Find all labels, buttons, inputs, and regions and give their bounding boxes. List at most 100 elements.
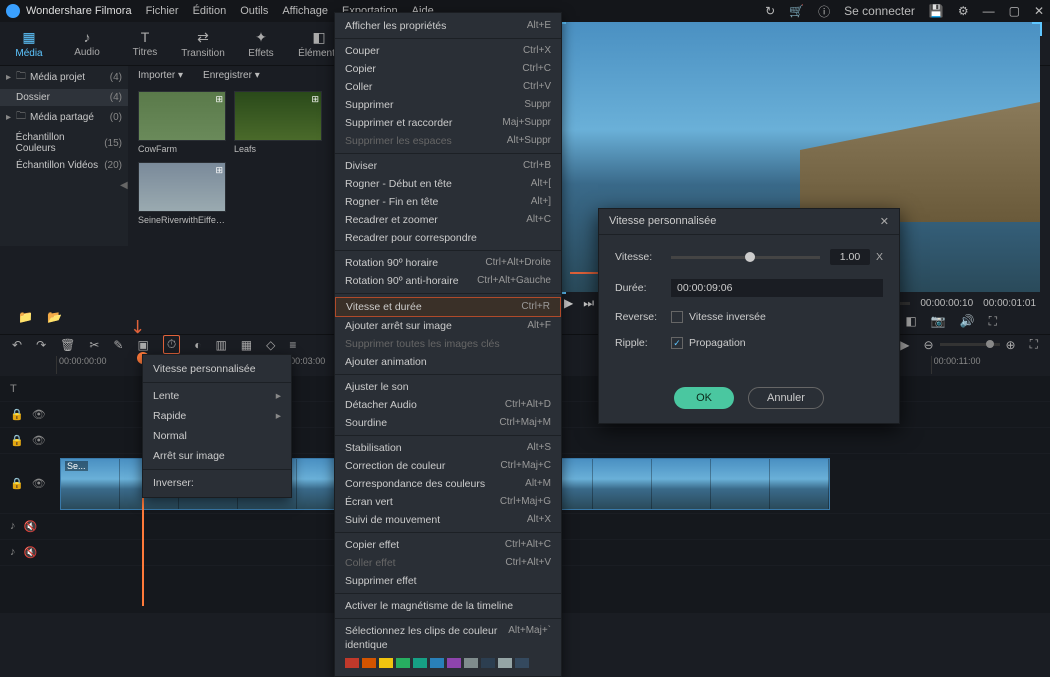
ctx-item[interactable]: Vitesse et duréeCtrl+R	[335, 297, 561, 317]
lock-icon[interactable]: 🔒	[10, 434, 24, 447]
ctx-item[interactable]: Recadrer et zoomerAlt+C	[335, 211, 561, 229]
redo-icon[interactable]: ↷	[36, 338, 46, 352]
mute-icon[interactable]: 🔇	[24, 546, 38, 559]
ctx-item[interactable]: CopierCtrl+C	[335, 60, 561, 78]
ripple-checkbox[interactable]: ✓	[671, 337, 683, 349]
tab-média[interactable]: ▦Média	[0, 25, 58, 63]
audio-icon[interactable]: ♪	[10, 546, 16, 559]
settings-icon[interactable]: ⚙	[958, 4, 969, 18]
render-icon[interactable]: ▶	[900, 338, 909, 352]
ctx-item[interactable]: DiviserCtrl+B	[335, 157, 561, 175]
swatch[interactable]	[362, 658, 376, 668]
library-row[interactable]: Échantillon Couleurs(15)	[0, 129, 128, 157]
swatch[interactable]	[396, 658, 410, 668]
ctx-item[interactable]: Sélectionnez les clips de couleur identi…	[335, 622, 561, 654]
ctx-item[interactable]: Rogner - Début en têteAlt+[	[335, 175, 561, 193]
ctx-item[interactable]: Correspondance des couleursAlt+M	[335, 475, 561, 493]
media-thumb[interactable]: ⊞CowFarm	[138, 91, 226, 154]
media-thumb[interactable]: ⊞SeineRiverwithEiffelTow...	[138, 162, 226, 225]
eye-icon[interactable]: 👁	[32, 408, 46, 421]
eye-icon[interactable]: 👁	[32, 434, 46, 447]
swatch[interactable]	[464, 658, 478, 668]
ctx-item[interactable]: Détacher AudioCtrl+Alt+D	[335, 396, 561, 414]
folder-icon[interactable]: 📁	[18, 310, 33, 324]
duration-field[interactable]	[671, 279, 883, 297]
play-button[interactable]: ▶	[564, 296, 573, 310]
ctx-item[interactable]: Ajuster le son	[335, 378, 561, 396]
fullscreen-icon[interactable]: ⛶	[989, 314, 997, 329]
swatch[interactable]	[447, 658, 461, 668]
speed-value[interactable]: 1.00	[830, 249, 870, 265]
speed-item[interactable]: Vitesse personnalisée	[143, 359, 291, 379]
speed-slider[interactable]	[671, 256, 820, 259]
speed-item[interactable]: Lente▸	[143, 386, 291, 406]
new-folder-icon[interactable]: 📂	[47, 310, 62, 324]
ctx-item[interactable]: CouperCtrl+X	[335, 42, 561, 60]
close-icon[interactable]: ✕	[880, 215, 889, 228]
ctx-item[interactable]: Rogner - Fin en têteAlt+]	[335, 193, 561, 211]
ctx-item[interactable]: Supprimer effet	[335, 572, 561, 590]
speed-item[interactable]: Arrêt sur image	[143, 446, 291, 466]
swatch[interactable]	[498, 658, 512, 668]
ctx-item[interactable]: Activer le magnétisme de la timeline	[335, 597, 561, 615]
audio-icon[interactable]: ♪	[10, 520, 16, 533]
info-icon[interactable]: ⓘ	[818, 3, 830, 20]
color-icon[interactable]: ◐	[194, 338, 201, 352]
tab-audio[interactable]: ♪Audio	[58, 25, 116, 62]
ctx-item[interactable]: StabilisationAlt+S	[335, 439, 561, 457]
more-icon[interactable]: ≡	[289, 338, 296, 352]
swatch[interactable]	[345, 658, 359, 668]
library-row[interactable]: ▸🗀Média partagé(0)	[0, 106, 128, 129]
ctx-item[interactable]: Supprimer et raccorderMaj+Suppr	[335, 114, 561, 132]
signin-link[interactable]: Se connecter	[844, 4, 915, 18]
ctx-item[interactable]: Écran vertCtrl+Maj+G	[335, 493, 561, 511]
library-row[interactable]: Dossier(4)	[0, 89, 128, 106]
tab-transition[interactable]: ⇄Transition	[174, 25, 232, 63]
import-button[interactable]: Importer ▾	[138, 70, 183, 81]
delete-icon[interactable]: 🗑	[60, 338, 75, 352]
sync-icon[interactable]: ↻	[765, 4, 775, 18]
swatch[interactable]	[515, 658, 529, 668]
swatch[interactable]	[413, 658, 427, 668]
close-button[interactable]: ✕	[1034, 4, 1044, 18]
media-thumb[interactable]: ⊞Leafs	[234, 91, 322, 154]
reverse-checkbox[interactable]	[671, 311, 683, 323]
ctx-item[interactable]: Rotation 90º anti-horaireCtrl+Alt+Gauche	[335, 272, 561, 290]
zoom-out-icon[interactable]: ⊖	[923, 338, 933, 352]
edit-icon[interactable]: ✎	[113, 338, 123, 352]
tab-effets[interactable]: ✦Effets	[232, 25, 290, 63]
undo-icon[interactable]: ↶	[12, 338, 22, 352]
ctx-item[interactable]: Ajouter animation	[335, 353, 561, 371]
tab-titres[interactable]: TTitres	[116, 25, 174, 62]
step-button[interactable]: ⏭	[583, 296, 594, 311]
ctx-item[interactable]: Suivi de mouvementAlt+X	[335, 511, 561, 529]
ctx-item[interactable]: SupprimerSuppr	[335, 96, 561, 114]
volume-icon[interactable]: 🔊	[960, 314, 975, 329]
mute-icon[interactable]: 🔇	[24, 520, 38, 533]
maximize-button[interactable]: ▢	[1009, 4, 1020, 18]
menu-edition[interactable]: Édition	[193, 5, 227, 17]
menu-affichage[interactable]: Affichage	[282, 5, 328, 17]
zoom-slider[interactable]: ⊖ ⊕	[923, 338, 1015, 352]
crop-icon[interactable]: ▣	[137, 338, 148, 352]
ctx-item[interactable]: Afficher les propriétésAlt+E	[335, 17, 561, 35]
zoom-in-icon[interactable]: ⊕	[1006, 338, 1016, 352]
cart-icon[interactable]: 🛒	[789, 4, 804, 18]
ctx-item[interactable]: Ajouter arrêt sur imageAlt+F	[335, 317, 561, 335]
ctx-item[interactable]: SourdineCtrl+Maj+M	[335, 414, 561, 432]
ctx-item[interactable]: Correction de couleurCtrl+Maj+C	[335, 457, 561, 475]
ctx-item[interactable]: CollerCtrl+V	[335, 78, 561, 96]
swatch[interactable]	[379, 658, 393, 668]
ctx-item[interactable]: Copier effetCtrl+Alt+C	[335, 536, 561, 554]
cancel-button[interactable]: Annuler	[748, 387, 824, 409]
speed-item[interactable]: Normal	[143, 426, 291, 446]
speed-item[interactable]: Inverser:	[143, 473, 291, 493]
keyframe-icon[interactable]: ◇	[266, 338, 275, 352]
ctx-item[interactable]: Rotation 90º horaireCtrl+Alt+Droite	[335, 254, 561, 272]
cut-icon[interactable]: ✂	[89, 338, 99, 352]
tracking-icon[interactable]: ▦	[241, 338, 252, 352]
swatch[interactable]	[430, 658, 444, 668]
quality-icon[interactable]: ◧	[905, 314, 916, 329]
text-track-icon[interactable]: T	[10, 383, 17, 395]
library-row[interactable]: Échantillon Vidéos(20)	[0, 157, 128, 174]
